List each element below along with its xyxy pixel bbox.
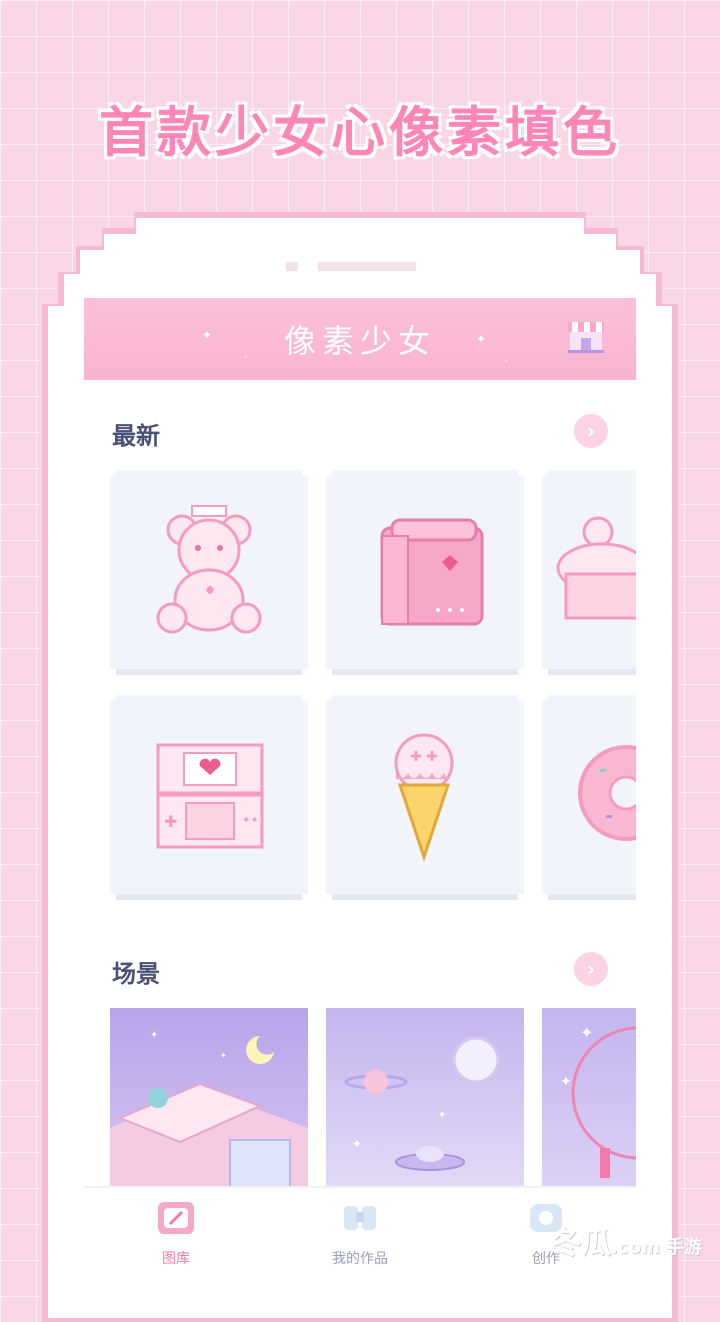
svg-text:✦: ✦ [580, 1023, 593, 1042]
pink-moon-scene-icon: ✦ ✦ [560, 1023, 636, 1178]
artwork-card-teddy-bear[interactable] [110, 470, 308, 675]
app-screen: ✦ ✦ · · 像素少女 最新 › ✚ ✦✦ ✚ ✚ 场景 › ✦ ✦ ✦ ✦ … [84, 298, 636, 1280]
scene-card-bedroom-night[interactable]: ✦ ✦ [110, 1008, 308, 1193]
tab-my-works[interactable]: 我的作品 [290, 1198, 430, 1268]
svg-text:✦: ✦ [220, 1051, 227, 1060]
tab-gallery-label: 图库 [162, 1251, 190, 1267]
artwork-card-school-backpack[interactable] [326, 470, 524, 675]
phone-camera [286, 262, 298, 271]
svg-text:✦: ✦ [438, 1110, 446, 1121]
donut-icon [542, 695, 636, 900]
watermark-suffix: .com 手游 [611, 1237, 702, 1258]
latest-more-button[interactable]: › [574, 414, 608, 448]
svg-text:✚: ✚ [164, 812, 177, 831]
artwork-card-ice-cream[interactable]: ✚ ✚ [326, 695, 524, 900]
teddy-bear-icon [110, 470, 308, 675]
tab-gallery[interactable]: 图库 [106, 1198, 246, 1268]
my-works-tab-icon [344, 1206, 376, 1230]
bedroom-scene-icon: ✦ ✦ [110, 1030, 308, 1193]
watermark: 冬瓜.com 手游 [551, 1218, 702, 1262]
section-title-scenes: 场景 [112, 960, 160, 988]
svg-text:✚ ✚: ✚ ✚ [410, 749, 438, 765]
scene-card-space-planets[interactable]: ✦ ✦ [326, 1008, 524, 1193]
handheld-console-icon: ✚ ✦✦ [110, 695, 308, 900]
backpack-icon [326, 470, 524, 675]
scene-card-pink-moon[interactable]: ✦ ✦ [542, 1008, 636, 1193]
artwork-card-handheld-console[interactable]: ✚ ✦✦ [110, 695, 308, 900]
gallery-tab-icon [158, 1202, 194, 1234]
section-title-latest: 最新 [112, 422, 160, 450]
artwork-card-donut[interactable] [542, 695, 636, 900]
watermark-text: 冬瓜 [551, 1226, 612, 1261]
ice-cream-icon: ✚ ✚ [326, 695, 524, 900]
shop-icon[interactable] [566, 316, 606, 356]
svg-text:✦: ✦ [560, 1074, 572, 1090]
svg-text:✦: ✦ [352, 1137, 362, 1151]
app-header: ✦ ✦ · · 像素少女 [84, 298, 636, 380]
main-content: 最新 › ✚ ✦✦ ✚ ✚ 场景 › ✦ ✦ ✦ ✦ ✦ ✦ [84, 380, 636, 1193]
tab-my-works-label: 我的作品 [332, 1251, 388, 1267]
cupcake-icon [542, 470, 636, 675]
promo-title: 首款少女心像素填色 [99, 101, 621, 164]
space-scene-icon: ✦ ✦ [344, 1036, 500, 1171]
scenes-more-button[interactable]: › [574, 952, 608, 986]
svg-text:✦: ✦ [150, 1030, 158, 1041]
svg-text:✦✦: ✦✦ [242, 815, 259, 826]
phone-speaker [318, 262, 416, 271]
artwork-card-cupcake[interactable] [542, 470, 636, 675]
app-title: 像素少女 [283, 322, 436, 360]
